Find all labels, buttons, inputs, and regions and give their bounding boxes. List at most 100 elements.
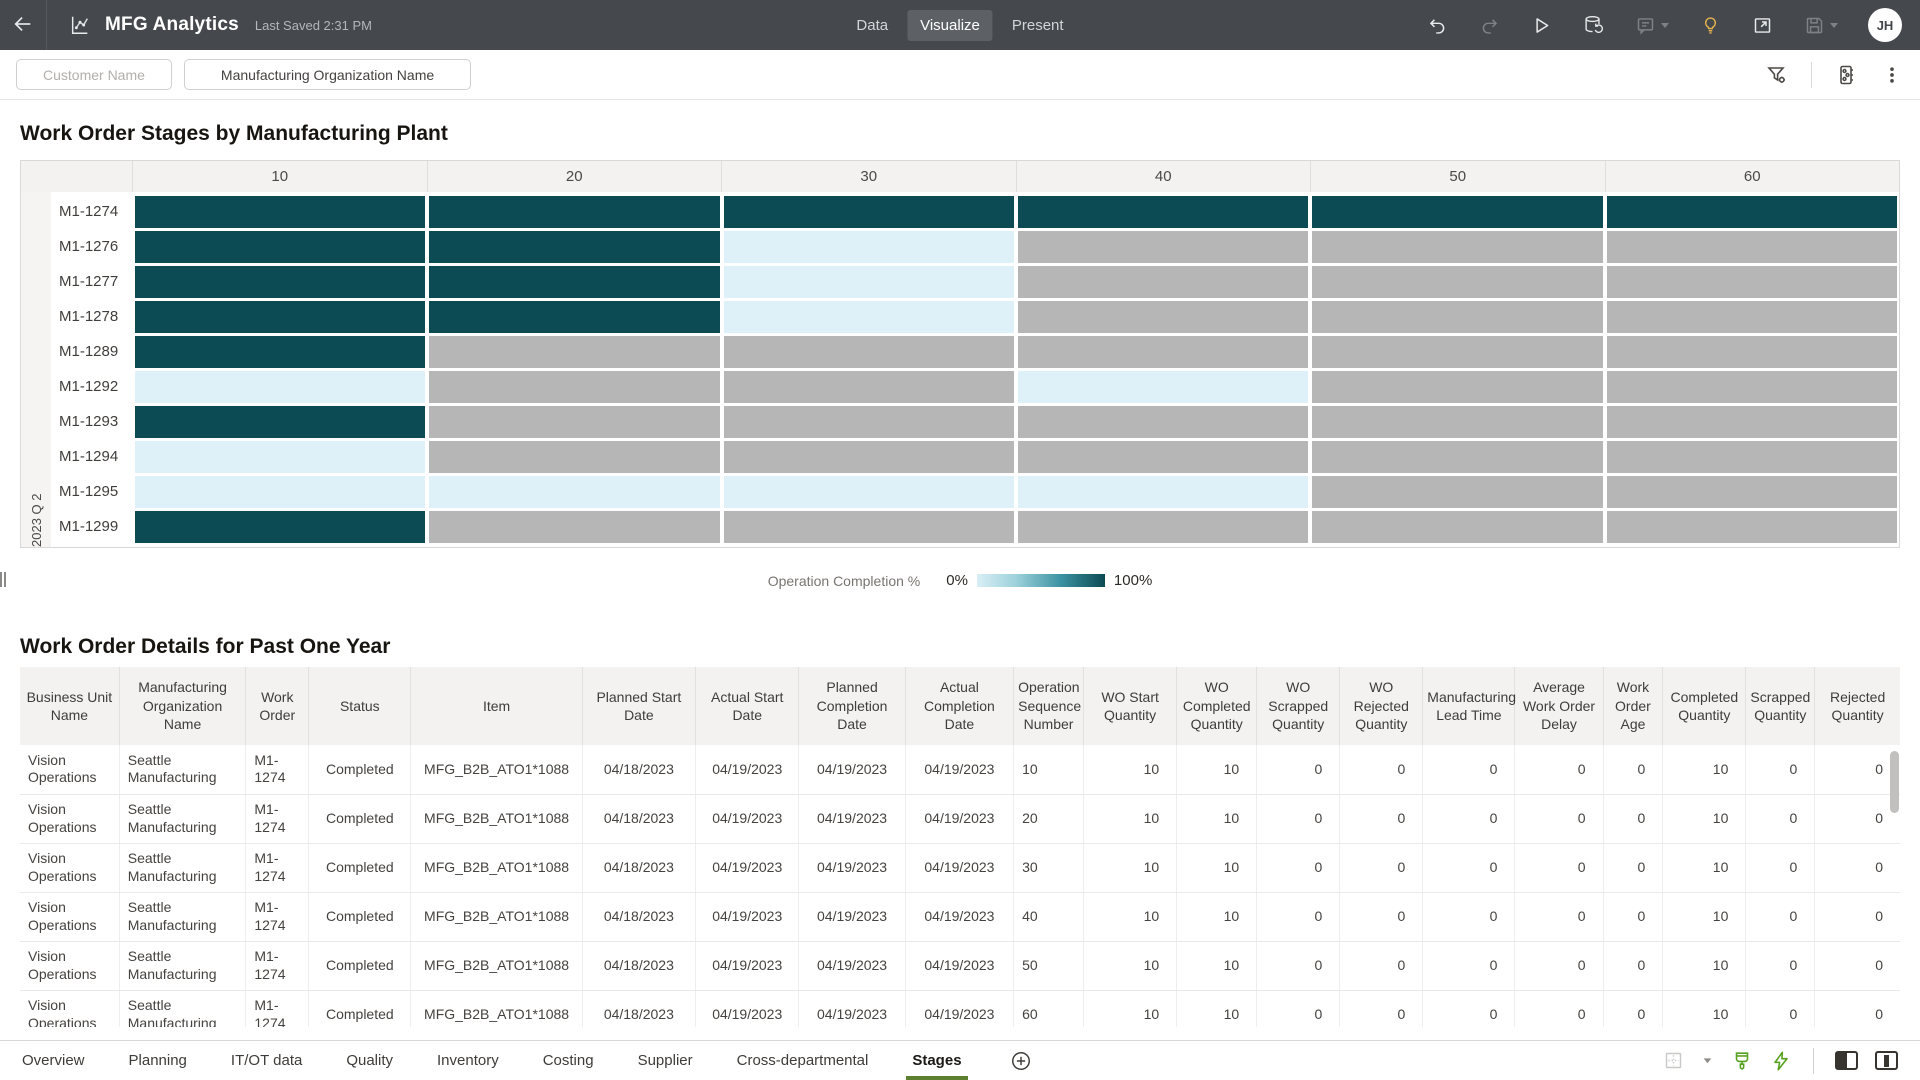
table-cell[interactable]: MFG_B2B_ATO1*1088 xyxy=(410,892,583,942)
table-cell[interactable]: 0 xyxy=(1256,843,1340,893)
table-cell[interactable]: 04/19/2023 xyxy=(798,745,906,795)
table-cell[interactable]: 10 xyxy=(1176,843,1257,893)
canvas-settings-icon[interactable] xyxy=(1834,63,1858,87)
heatmap-cell[interactable] xyxy=(1606,335,1897,368)
redo-icon[interactable] xyxy=(1478,14,1500,36)
table-cell[interactable]: Vision Operations xyxy=(20,843,120,893)
table-cell[interactable]: 0 xyxy=(1514,794,1604,844)
table-cell[interactable]: 0 xyxy=(1814,745,1900,795)
table-cell[interactable]: 04/19/2023 xyxy=(904,892,1014,942)
table-cell[interactable]: 0 xyxy=(1814,794,1900,844)
canvas-tab-overview[interactable]: Overview xyxy=(22,1041,85,1080)
table-cell[interactable]: 10 xyxy=(1082,794,1177,844)
table-cell[interactable]: Completed xyxy=(308,745,411,795)
table-column-header[interactable]: Scrapped Quantity xyxy=(1745,667,1815,745)
table-cell[interactable]: 0 xyxy=(1814,941,1900,991)
table-cell[interactable]: 0 xyxy=(1422,745,1515,795)
table-cell[interactable]: M1-1274 xyxy=(245,745,309,795)
table-column-header[interactable]: WO Completed Quantity xyxy=(1176,667,1257,745)
table-cell[interactable]: 04/19/2023 xyxy=(798,941,906,991)
heatmap-cell[interactable] xyxy=(1017,370,1309,403)
table-cell[interactable]: 0 xyxy=(1745,990,1815,1027)
heatmap-cell[interactable] xyxy=(1606,370,1897,403)
preview-icon[interactable] xyxy=(1530,14,1552,36)
table-cell[interactable]: 0 xyxy=(1256,745,1340,795)
canvas-tab-costing[interactable]: Costing xyxy=(543,1041,594,1080)
table-cell[interactable]: 04/19/2023 xyxy=(798,990,906,1027)
heatmap-cell[interactable] xyxy=(723,230,1014,263)
table-cell[interactable]: 10 xyxy=(1176,745,1257,795)
table-cell[interactable]: 04/19/2023 xyxy=(904,990,1014,1027)
insights-bulb-icon[interactable] xyxy=(1699,14,1721,36)
canvas-tab-inventory[interactable]: Inventory xyxy=(437,1041,499,1080)
table-cell[interactable]: 04/18/2023 xyxy=(581,843,696,893)
table-cell[interactable]: MFG_B2B_ATO1*1088 xyxy=(410,794,583,844)
table-cell[interactable]: M1-1274 xyxy=(245,990,309,1027)
right-panel-toggle-icon[interactable] xyxy=(1875,1051,1898,1070)
heatmap-cell[interactable] xyxy=(1017,195,1309,228)
canvas-tab-quality[interactable]: Quality xyxy=(346,1041,393,1080)
table-cell[interactable]: Vision Operations xyxy=(20,745,120,795)
heatmap-cell[interactable] xyxy=(1312,335,1603,368)
auto-insights-icon[interactable] xyxy=(1770,1050,1792,1072)
heatmap-cell[interactable] xyxy=(135,475,426,508)
table-cell[interactable]: 10 xyxy=(1176,990,1257,1027)
layout-caret-icon[interactable] xyxy=(1701,1054,1714,1067)
table-cell[interactable]: 0 xyxy=(1745,843,1815,893)
table-cell[interactable]: 0 xyxy=(1745,745,1815,795)
table-cell[interactable]: 0 xyxy=(1602,745,1663,795)
table-cell[interactable]: 10 xyxy=(1082,941,1177,991)
table-cell[interactable]: Vision Operations xyxy=(20,990,120,1027)
table-column-header[interactable]: WO Start Quantity xyxy=(1082,667,1177,745)
heatmap-cell[interactable] xyxy=(723,510,1014,543)
heatmap-cell[interactable] xyxy=(1312,475,1603,508)
mode-tab-visualize[interactable]: Visualize xyxy=(907,9,993,41)
table-cell[interactable]: Seattle Manufacturing xyxy=(118,794,246,844)
table-cell[interactable]: MFG_B2B_ATO1*1088 xyxy=(410,745,583,795)
heatmap-cell[interactable] xyxy=(1606,510,1897,543)
table-cell[interactable]: Completed xyxy=(308,941,411,991)
table-cell[interactable]: 0 xyxy=(1745,794,1815,844)
table-cell[interactable]: 04/19/2023 xyxy=(695,990,799,1027)
table-cell[interactable]: 0 xyxy=(1422,990,1515,1027)
filter-chip[interactable]: Manufacturing Organization Name xyxy=(183,59,472,90)
heatmap-cell[interactable] xyxy=(1312,230,1603,263)
table-column-header[interactable]: Planned Completion Date xyxy=(798,667,906,745)
table-cell[interactable]: 10 xyxy=(1082,892,1177,942)
table-cell[interactable]: 0 xyxy=(1602,794,1663,844)
table-cell[interactable]: 0 xyxy=(1422,843,1515,893)
table-cell[interactable]: 10 xyxy=(1176,794,1257,844)
heatmap-cell[interactable] xyxy=(723,195,1014,228)
table-cell[interactable]: 10 xyxy=(1662,794,1746,844)
heatmap-cell[interactable] xyxy=(723,475,1014,508)
table-cell[interactable]: 0 xyxy=(1514,990,1604,1027)
heatmap-cell[interactable] xyxy=(1017,405,1309,438)
table-column-header[interactable]: Planned Start Date xyxy=(581,667,696,745)
table-cell[interactable]: 30 xyxy=(1013,843,1084,893)
table-cell[interactable]: Seattle Manufacturing xyxy=(118,941,246,991)
back-button[interactable] xyxy=(0,0,46,50)
heatmap-cell[interactable] xyxy=(429,510,720,543)
mode-tab-data[interactable]: Data xyxy=(843,10,901,41)
table-cell[interactable]: Seattle Manufacturing xyxy=(118,990,246,1027)
heatmap-cell[interactable] xyxy=(1606,475,1897,508)
table-column-header[interactable]: Rejected Quantity xyxy=(1814,667,1900,745)
filter-settings-icon[interactable] xyxy=(1765,63,1789,87)
canvas-tab-cross-departmental[interactable]: Cross-departmental xyxy=(737,1041,869,1080)
mode-tab-present[interactable]: Present xyxy=(999,10,1077,41)
table-cell[interactable]: 0 xyxy=(1602,843,1663,893)
table-cell[interactable]: 04/19/2023 xyxy=(798,892,906,942)
table-cell[interactable]: 0 xyxy=(1339,892,1423,942)
table-cell[interactable]: 0 xyxy=(1814,843,1900,893)
heatmap-cell[interactable] xyxy=(1017,440,1309,473)
heatmap-cell[interactable] xyxy=(1312,195,1603,228)
table-cell[interactable]: 0 xyxy=(1339,843,1423,893)
table-cell[interactable]: 0 xyxy=(1514,892,1604,942)
table-cell[interactable]: 0 xyxy=(1514,941,1604,991)
heatmap-cell[interactable] xyxy=(1017,300,1309,333)
heatmap-cell[interactable] xyxy=(1312,300,1603,333)
heatmap-cell[interactable] xyxy=(429,370,720,403)
table-cell[interactable]: 0 xyxy=(1422,794,1515,844)
heatmap-cell[interactable] xyxy=(1606,195,1897,228)
table-cell[interactable]: Completed xyxy=(308,794,411,844)
